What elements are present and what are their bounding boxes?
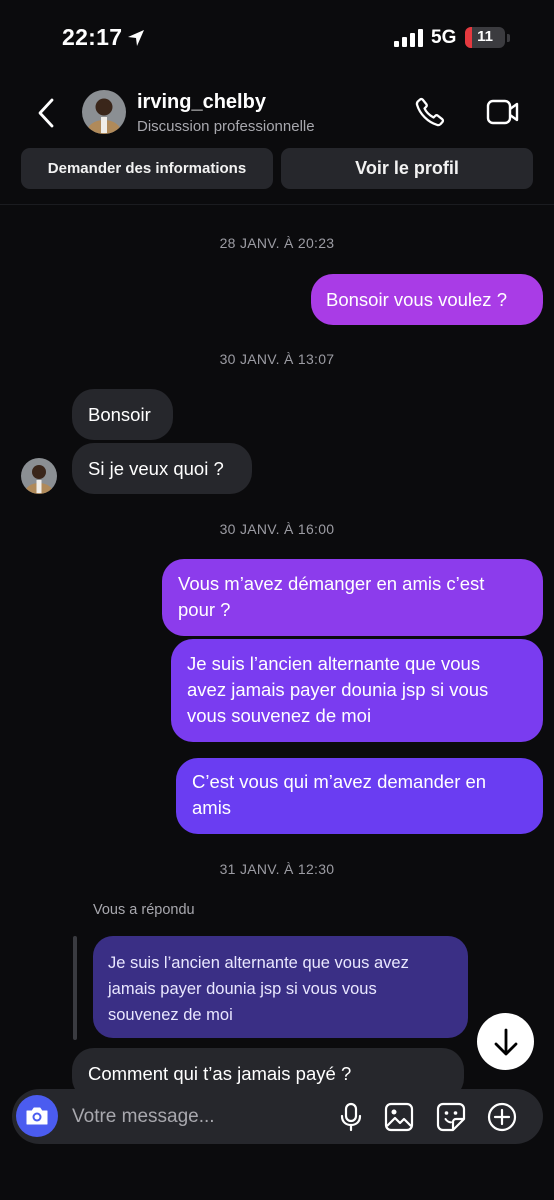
quoted-message[interactable]: Je suis l’ancien alternante que vous ave… <box>93 936 468 1038</box>
message-text: Comment qui t’as jamais payé ? <box>88 1063 352 1084</box>
outgoing-message[interactable]: Vous m’avez démanger en amis c’est pour … <box>162 559 543 636</box>
message-text-line: amis <box>192 797 232 818</box>
camera-icon <box>26 1107 48 1125</box>
timestamp: 31 JANV. À 12:30 <box>219 861 335 877</box>
scroll-to-bottom-button[interactable] <box>477 1013 534 1070</box>
battery-icon: 11 <box>465 27 505 48</box>
timestamp: 28 JANV. À 20:23 <box>219 235 335 251</box>
status-bar: 22:17 5G 11 <box>0 0 554 76</box>
message-text-line: vous souvenez de moi <box>187 705 372 726</box>
message-input[interactable] <box>72 1089 322 1144</box>
timestamp: 30 JANV. À 13:07 <box>219 351 335 367</box>
signal-icon <box>394 29 423 47</box>
message-text-line: C’est vous qui m’avez demander en <box>192 771 487 792</box>
contact-username[interactable]: irving_chelby <box>137 91 266 114</box>
quoted-text-line: souvenez de moi <box>108 1006 233 1024</box>
timestamp: 30 JANV. À 16:00 <box>219 521 335 537</box>
reply-indicator-bar <box>73 936 77 1040</box>
message-text-line: Je suis l’ancien alternante que vous <box>187 653 481 674</box>
phone-icon[interactable] <box>414 96 446 128</box>
video-camera-icon[interactable] <box>486 98 520 126</box>
sticker-icon[interactable] <box>436 1102 466 1132</box>
contact-subtitle: Discussion professionnelle <box>137 118 315 135</box>
arrow-down-icon <box>494 1028 517 1055</box>
plus-icon[interactable] <box>487 1102 517 1132</box>
battery-cap <box>507 34 510 42</box>
request-info-button[interactable]: Demander des informations <box>21 148 273 189</box>
chat-header: irving_chelby Discussion professionnelle <box>0 80 554 140</box>
avatar[interactable] <box>21 458 57 494</box>
quoted-text-line: jamais payer dounia jsp si vous vous <box>108 980 377 998</box>
outgoing-message[interactable]: C’est vous qui m’avez demander en amis <box>176 758 543 834</box>
quoted-text-line: Je suis l’ancien alternante que vous ave… <box>108 954 409 972</box>
back-chevron-icon[interactable] <box>36 98 56 128</box>
reply-label: Vous a répondu <box>93 902 195 918</box>
header-divider <box>0 204 554 205</box>
message-text: Bonsoir <box>88 404 151 425</box>
incoming-message[interactable]: Si je veux quoi ? <box>72 443 252 494</box>
status-time: 22:17 <box>62 24 123 50</box>
avatar[interactable] <box>82 90 126 134</box>
camera-button[interactable] <box>16 1095 58 1137</box>
location-arrow-icon <box>128 30 144 46</box>
message-text-line: pour ? <box>178 599 231 620</box>
microphone-icon[interactable] <box>338 1102 364 1132</box>
message-text-line: avez jamais payer dounia jsp si vous <box>187 679 489 700</box>
battery-level: 11 <box>477 28 493 45</box>
message-text-line: Vous m’avez démanger en amis c’est <box>178 573 485 594</box>
image-icon[interactable] <box>384 1102 414 1132</box>
network-type: 5G <box>431 27 457 48</box>
message-composer <box>12 1089 543 1144</box>
incoming-message[interactable]: Bonsoir <box>72 389 173 440</box>
message-text: Si je veux quoi ? <box>88 458 224 479</box>
outgoing-message[interactable]: Je suis l’ancien alternante que vous ave… <box>171 639 543 742</box>
view-profile-button[interactable]: Voir le profil <box>281 148 533 189</box>
outgoing-message[interactable]: Bonsoir vous voulez ? <box>311 274 543 325</box>
message-text: Bonsoir vous voulez ? <box>326 289 507 310</box>
